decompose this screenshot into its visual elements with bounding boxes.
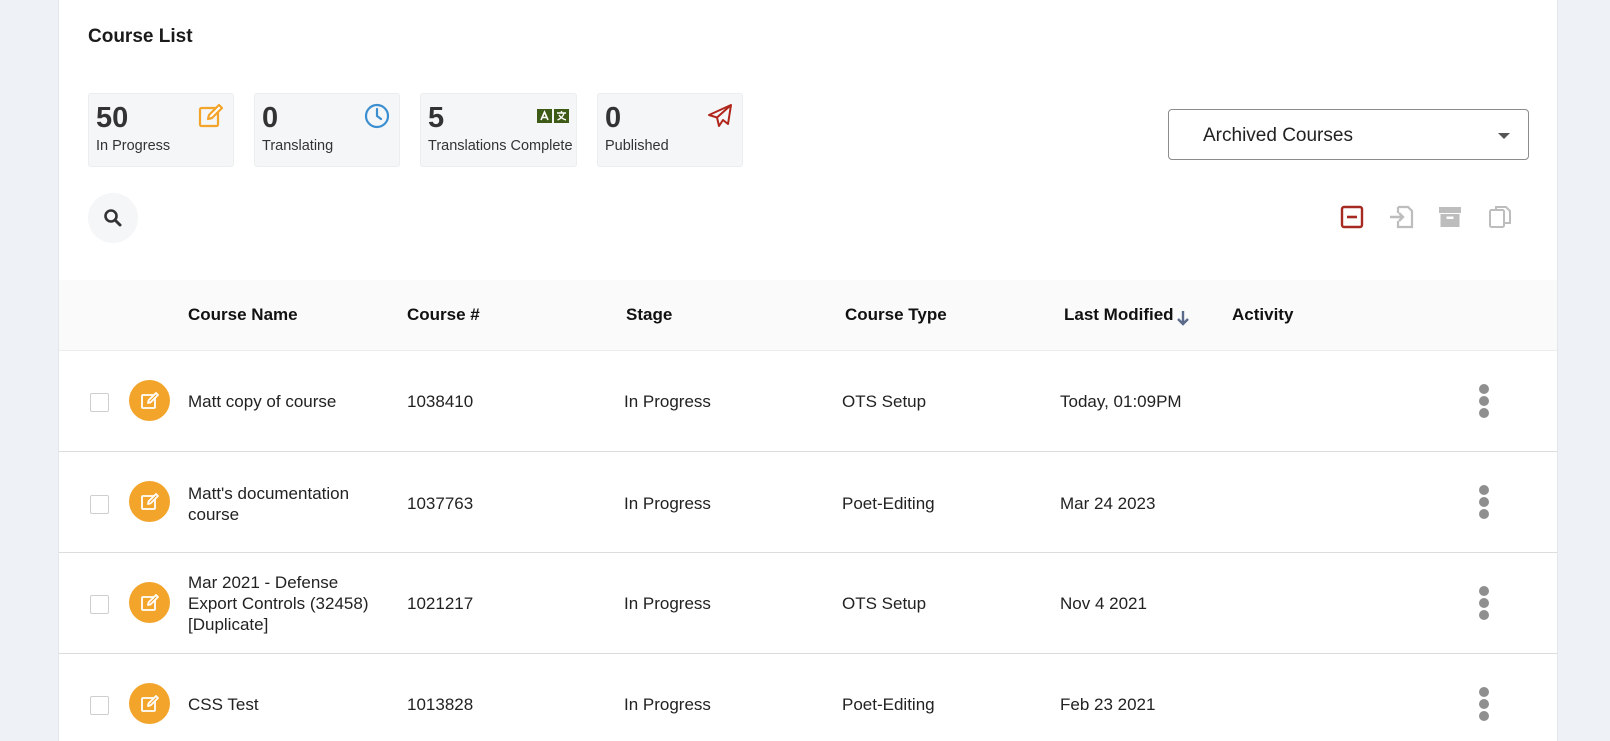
chevron-down-icon xyxy=(1498,133,1510,139)
more-options-button[interactable] xyxy=(1477,384,1491,418)
course-number: 1038410 xyxy=(407,392,474,411)
stat-label: Published xyxy=(605,138,669,154)
header-activity[interactable]: Activity xyxy=(1232,305,1293,325)
stat-value: 0 xyxy=(262,102,279,134)
stat-published[interactable]: 0 Published xyxy=(597,93,743,167)
search-button[interactable] xyxy=(88,193,138,243)
course-type: Poet-Editing xyxy=(842,695,935,714)
stat-translations-complete[interactable]: 5 Translations Complete xyxy=(420,93,577,167)
course-filter-value: Archived Courses xyxy=(1203,125,1353,146)
edit-icon xyxy=(140,694,159,712)
translate-icon xyxy=(537,109,569,123)
course-list-panel: Course List 50 In Progress 0 Translating… xyxy=(58,0,1558,741)
course-number: 1021217 xyxy=(407,594,474,613)
edit-icon xyxy=(140,492,159,510)
stat-value: 50 xyxy=(96,102,129,134)
copy-icon[interactable] xyxy=(1487,204,1513,230)
table-row[interactable]: CSS Test 1013828 In Progress Poet-Editin… xyxy=(59,654,1557,741)
clock-icon xyxy=(364,103,390,129)
last-modified: Today, 01:09PM xyxy=(1060,392,1182,411)
paper-plane-icon xyxy=(708,104,732,127)
last-modified: Nov 4 2021 xyxy=(1060,594,1147,613)
course-stage: In Progress xyxy=(624,392,711,411)
stat-value: 5 xyxy=(428,102,445,134)
stat-value: 0 xyxy=(605,102,622,134)
archive-icon[interactable] xyxy=(1437,204,1463,230)
more-options-button[interactable] xyxy=(1477,687,1491,721)
course-type: OTS Setup xyxy=(842,594,927,613)
edit-course-button[interactable] xyxy=(129,683,170,724)
header-course-number[interactable]: Course # xyxy=(407,305,480,325)
more-options-button[interactable] xyxy=(1477,485,1491,519)
course-name[interactable]: Matt copy of course xyxy=(188,391,388,412)
stat-label: Translations Complete xyxy=(428,138,573,154)
search-icon xyxy=(104,209,122,227)
course-number: 1013828 xyxy=(407,695,474,714)
sort-descending-icon[interactable] xyxy=(1176,309,1190,327)
last-modified: Mar 24 2023 xyxy=(1060,494,1156,513)
edit-icon xyxy=(140,593,159,611)
course-stage: In Progress xyxy=(624,594,711,613)
row-checkbox[interactable] xyxy=(90,393,109,412)
header-course-type[interactable]: Course Type xyxy=(845,305,947,325)
import-icon[interactable] xyxy=(1388,204,1414,230)
edit-course-button[interactable] xyxy=(129,582,170,623)
stat-in-progress[interactable]: 50 In Progress xyxy=(88,93,234,167)
row-checkbox[interactable] xyxy=(90,495,109,514)
edit-course-button[interactable] xyxy=(129,380,170,421)
last-modified: Feb 23 2021 xyxy=(1060,695,1156,714)
deselect-icon[interactable] xyxy=(1339,204,1365,230)
course-type: OTS Setup xyxy=(842,392,927,411)
stat-label: In Progress xyxy=(96,138,171,154)
course-stage: In Progress xyxy=(624,695,711,714)
edit-icon xyxy=(198,103,224,128)
header-stage[interactable]: Stage xyxy=(626,305,672,325)
course-type: Poet-Editing xyxy=(842,494,935,513)
row-checkbox[interactable] xyxy=(90,696,109,715)
header-last-modified[interactable]: Last Modified xyxy=(1064,305,1174,325)
stat-translating[interactable]: 0 Translating xyxy=(254,93,400,167)
table-row[interactable]: Mar 2021 - Defense Export Controls (3245… xyxy=(59,553,1557,654)
course-filter-select[interactable]: Archived Courses xyxy=(1168,109,1529,160)
more-options-button[interactable] xyxy=(1477,586,1491,620)
edit-icon xyxy=(140,391,159,409)
course-name[interactable]: CSS Test xyxy=(188,694,388,715)
edit-course-button[interactable] xyxy=(129,481,170,522)
stat-label: Translating xyxy=(262,138,334,154)
course-name[interactable]: Mar 2021 - Defense Export Controls (3245… xyxy=(188,572,388,635)
page-title: Course List xyxy=(88,26,193,47)
table-row[interactable]: Matt copy of course 1038410 In Progress … xyxy=(59,351,1557,452)
table-header: Course Name Course # Stage Course Type L… xyxy=(59,280,1557,351)
row-checkbox[interactable] xyxy=(90,595,109,614)
course-stage: In Progress xyxy=(624,494,711,513)
course-name[interactable]: Matt's documentation course xyxy=(188,483,388,525)
table-row[interactable]: Matt's documentation course 1037763 In P… xyxy=(59,452,1557,553)
header-course-name[interactable]: Course Name xyxy=(188,305,298,325)
course-number: 1037763 xyxy=(407,494,474,513)
